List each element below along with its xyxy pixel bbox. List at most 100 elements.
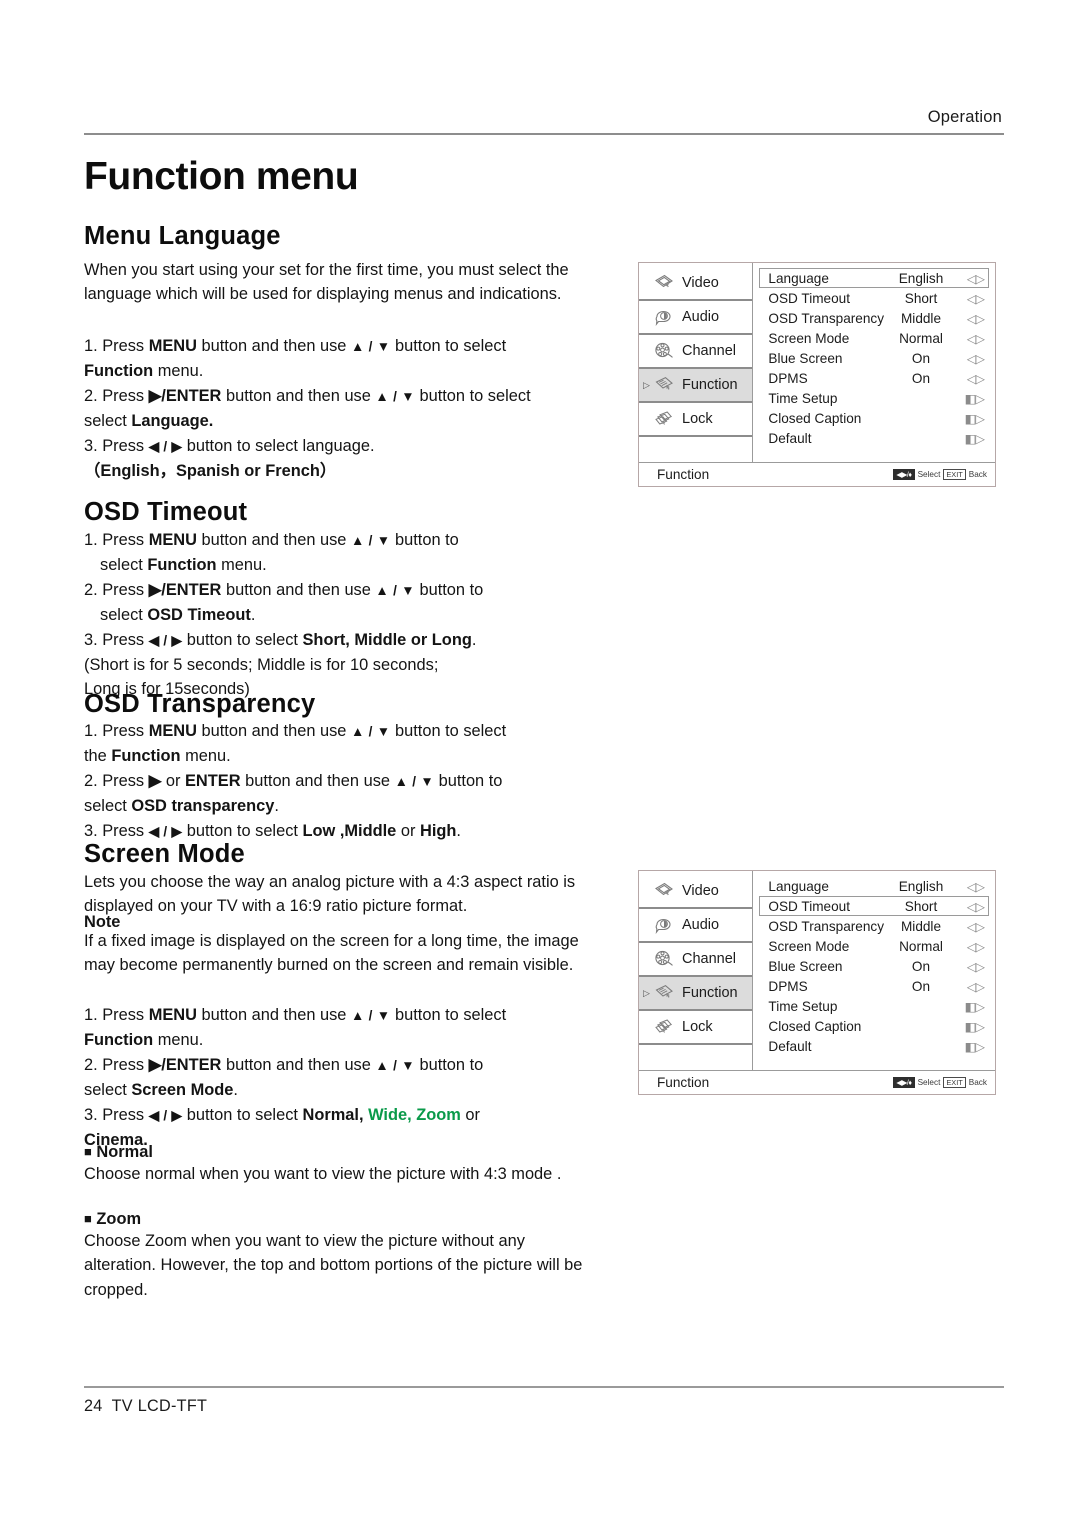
left-right-adjust-icon[interactable]: ◁▷ — [958, 979, 985, 994]
sidebar-item-audio[interactable]: Audio — [639, 301, 753, 335]
left-right-adjust-icon[interactable]: ◁▷ — [958, 331, 985, 346]
sm-option-wide: Wide, — [363, 1105, 412, 1124]
sidebar-item-function[interactable]: ▷ Function — [639, 977, 753, 1011]
chevron-right-icon: ▷ — [643, 987, 650, 998]
osd-row-osd-transparency[interactable]: OSD Transparency Middle ◁▷ — [759, 916, 989, 936]
osd-row-default[interactable]: Default ◧▷ — [759, 428, 989, 448]
menu-language-steps: 1. Press MENU button and then use ▲ / ▼ … — [84, 334, 584, 483]
submenu-enter-icon[interactable]: ◧▷ — [958, 1039, 985, 1054]
osd-row-blue-screen[interactable]: Blue Screen On ◁▷ — [759, 348, 989, 368]
screen-mode-steps: 1. Press MENU button and then use ▲ / ▼ … — [84, 1003, 584, 1152]
osd-row-dpms[interactable]: DPMS On ◁▷ — [759, 976, 989, 996]
page-title: Function menu — [84, 155, 359, 198]
tr-s1f: Function — [111, 747, 181, 766]
hint-select-label: Select — [917, 470, 941, 479]
heading-screen-mode: Screen Mode — [84, 840, 245, 868]
osd-footer: Function ◀▶/♦ Select EXIT Back — [639, 1070, 995, 1094]
left-right-adjust-icon[interactable]: ◁▷ — [958, 939, 985, 954]
tr-s1d: button to select — [390, 722, 507, 740]
left-right-adjust-icon[interactable]: ◁▷ — [958, 371, 985, 386]
osd-row-closed-caption[interactable]: Closed Caption ◧▷ — [759, 408, 989, 428]
osd-row-value: On — [911, 350, 931, 366]
osd-menu-timeout[interactable]: Video Audio Channel ▷ Function Lock Lang… — [638, 870, 996, 1095]
sidebar-item-audio[interactable]: Audio — [639, 909, 753, 943]
ot-s1a: 1. Press — [84, 531, 149, 549]
left-right-adjust-icon[interactable]: ◁▷ — [958, 879, 985, 894]
ml-s2b: ▶/ENTER — [148, 386, 222, 405]
osd-row-language[interactable]: Language English ◁▷ — [759, 876, 989, 896]
osd-row-default[interactable]: Default ◧▷ — [759, 1036, 989, 1056]
osd-option-list: Language English ◁▷ OSD Timeout Short ◁▷… — [753, 871, 995, 1070]
menu-language-intro: When you start using your set for the fi… — [84, 261, 569, 304]
osd-menu-language[interactable]: Video Audio Channel ▷ Function Lock Lang… — [638, 262, 996, 487]
osd-row-dpms[interactable]: DPMS On ◁▷ — [759, 368, 989, 388]
osd-row-value: Short — [904, 290, 938, 306]
exit-key-icon: EXIT — [943, 1077, 966, 1088]
osd-row-label: Default — [768, 430, 812, 446]
sm-s1a: 1. Press — [84, 1006, 149, 1024]
heading-menu-language: Menu Language — [84, 222, 281, 250]
up-down-arrows-icon: ▲ / ▼ — [375, 388, 415, 404]
tr-s2i: . — [274, 797, 279, 816]
osd-row-screen-mode[interactable]: Screen Mode Normal ◁▷ — [759, 328, 989, 348]
sm-s2d: button to — [414, 1055, 484, 1074]
osd-body: Video Audio Channel ▷ Function Lock Lang… — [639, 263, 995, 462]
sidebar-item-function[interactable]: ▷ Function — [639, 369, 753, 403]
sm-s3a: 3. Press — [84, 1105, 149, 1124]
tr-s1g: menu. — [180, 747, 231, 766]
ml-s1b: MENU — [148, 337, 197, 355]
osd-row-time-setup[interactable]: Time Setup ◧▷ — [759, 996, 989, 1016]
sidebar-item-lock[interactable]: Lock — [639, 403, 753, 437]
osd-row-screen-mode[interactable]: Screen Mode Normal ◁▷ — [759, 936, 989, 956]
submenu-enter-icon[interactable]: ◧▷ — [958, 391, 985, 406]
left-right-adjust-icon[interactable]: ◁▷ — [958, 919, 985, 934]
left-right-adjust-icon[interactable]: ◁▷ — [958, 291, 985, 306]
submenu-enter-icon[interactable]: ◧▷ — [958, 411, 985, 426]
osd-footer: Function ◀▶/♦ Select EXIT Back — [639, 462, 995, 486]
ot-note1: (Short is for 5 seconds; Middle is for 1… — [84, 656, 439, 675]
osd-row-osd-timeout[interactable]: OSD Timeout Short ◁▷ — [759, 896, 989, 916]
nav-keys-icon: ◀▶/♦ — [893, 469, 915, 480]
osd-row-osd-transparency[interactable]: OSD Transparency Middle ◁▷ — [759, 308, 989, 328]
submenu-enter-icon[interactable]: ◧▷ — [958, 999, 985, 1014]
sm-s1f: menu. — [153, 1031, 204, 1050]
osd-row-osd-timeout[interactable]: OSD Timeout Short ◁▷ — [759, 288, 989, 308]
osd-row-closed-caption[interactable]: Closed Caption ◧▷ — [759, 1016, 989, 1036]
sidebar-item-channel[interactable]: Channel — [639, 943, 753, 977]
sidebar-item-label: Lock — [682, 411, 713, 427]
left-right-adjust-icon[interactable]: ◁▷ — [958, 899, 985, 914]
left-right-adjust-icon[interactable]: ◁▷ — [958, 271, 985, 286]
osd-sidebar: Video Audio Channel ▷ Function Lock — [639, 263, 754, 462]
osd-row-label: Screen Mode — [768, 330, 850, 346]
up-down-arrows-icon: ▲ / ▼ — [375, 582, 415, 598]
tr-s3e: High — [419, 821, 457, 840]
osd-row-time-setup[interactable]: Time Setup ◧▷ — [759, 388, 989, 408]
ml-s3a: 3. Press — [84, 436, 149, 455]
submenu-enter-icon[interactable]: ◧▷ — [958, 431, 985, 446]
osd-row-language[interactable]: Language English ◁▷ — [759, 268, 989, 288]
sidebar-item-label: Channel — [682, 951, 737, 967]
bullet-zoom-label: ■ Zoom — [84, 1207, 584, 1231]
sidebar-item-video[interactable]: Video — [639, 267, 753, 301]
left-right-adjust-icon[interactable]: ◁▷ — [958, 351, 985, 366]
sidebar-item-lock[interactable]: Lock — [639, 1011, 753, 1045]
ml-s2c: button and then use — [221, 386, 376, 405]
submenu-enter-icon[interactable]: ◧▷ — [958, 1019, 985, 1034]
sidebar-item-label: Video — [682, 883, 719, 899]
osd-row-label: OSD Transparency — [768, 918, 884, 934]
sidebar-item-channel[interactable]: Channel — [639, 335, 753, 369]
osd-row-value: On — [911, 978, 931, 994]
left-right-adjust-icon[interactable]: ◁▷ — [958, 311, 985, 326]
osd-row-label: OSD Transparency — [768, 310, 884, 326]
osd-row-label: Closed Caption — [768, 1018, 862, 1034]
ot-s3d: . — [471, 630, 477, 649]
sidebar-item-video[interactable]: Video — [639, 875, 753, 909]
osd-row-label: Screen Mode — [768, 938, 850, 954]
osd-row-blue-screen[interactable]: Blue Screen On ◁▷ — [759, 956, 989, 976]
left-right-adjust-icon[interactable]: ◁▷ — [958, 959, 985, 974]
osd-row-label: OSD Timeout — [768, 290, 850, 306]
tr-s2d: ENTER — [184, 771, 241, 790]
ml-s1d: button to select — [390, 337, 507, 355]
nav-keys-icon: ◀▶/♦ — [893, 1077, 915, 1088]
square-bullet-icon: ■ — [84, 1211, 92, 1226]
